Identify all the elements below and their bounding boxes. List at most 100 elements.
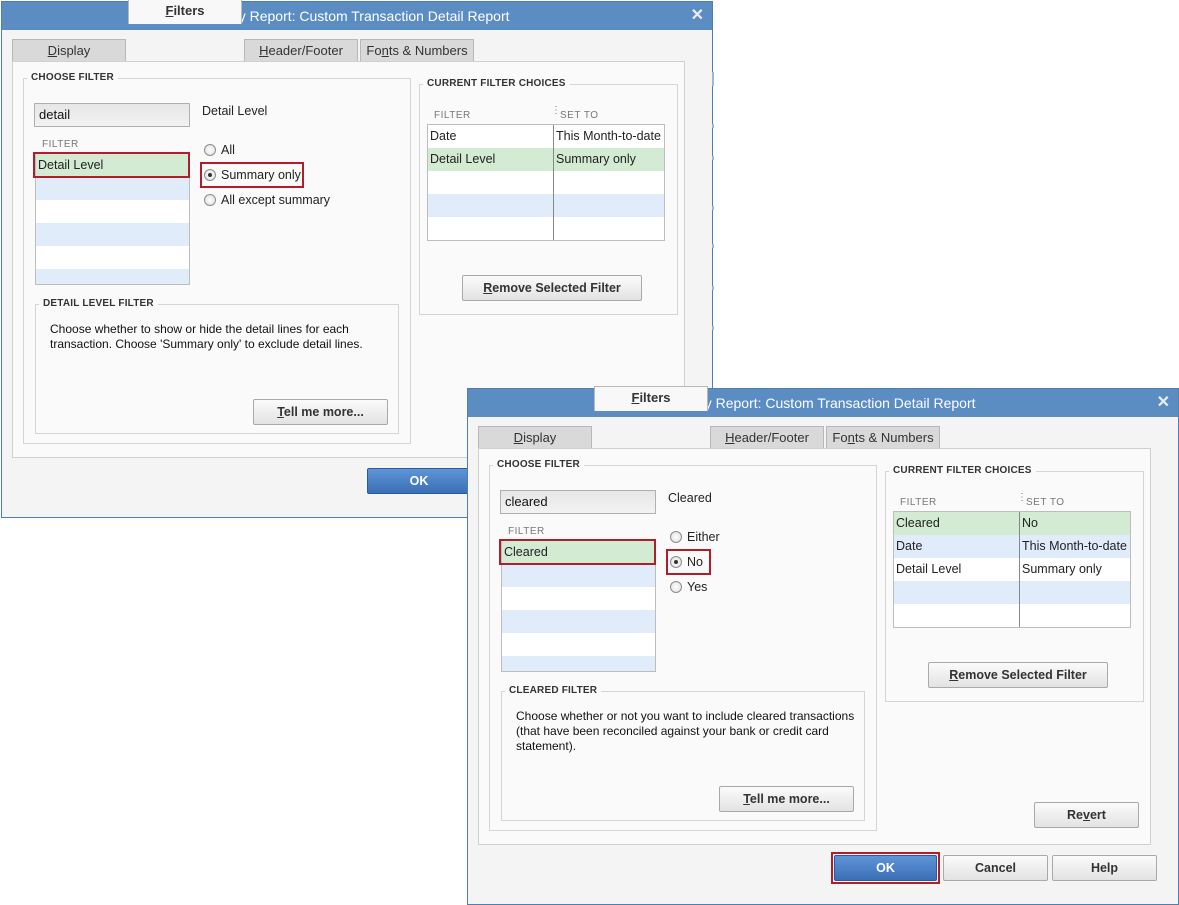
filters-panel: CHOOSE FILTER cleared Cleared FILTER Cle… [478,448,1151,845]
choose-filter-title: CHOOSE FILTER [493,459,584,470]
table-row[interactable]: Cleared No [894,512,1130,535]
cancel-button[interactable]: Cancel [943,855,1048,881]
table-row-empty [894,604,1130,627]
column-divider-dots: ⋮ [551,105,561,116]
tab-fonts-mnemonic: n [381,43,389,58]
table-row[interactable]: Date This Month-to-date [428,125,664,148]
filter-description: Choose whether to show or hide the detai… [50,322,363,351]
table-cell-set-to: This Month-to-date [556,129,661,143]
choose-filter-group: CHOOSE FILTER detail Detail Level FILTER… [23,72,411,444]
current-col-filter-header: FILTER [434,110,471,121]
highlight-box [666,549,711,575]
background-window-edge [712,206,714,210]
option-yes-radio[interactable] [670,581,682,593]
table-row-empty [894,581,1130,604]
current-filter-table[interactable]: Cleared No Date This Month-to-date Detai… [893,511,1131,628]
table-row-empty [428,217,664,240]
table-cell-filter: Detail Level [896,562,962,576]
tab-display-label: isplay [57,43,91,58]
filter-search-input[interactable]: detail [34,103,190,127]
background-window-edge [712,244,714,248]
selected-filter-name: Detail Level [202,104,268,118]
option-all-except-summary-radio[interactable] [204,194,216,206]
close-icon[interactable]: ✕ [1157,389,1170,417]
table-row[interactable]: Detail Level Summary only [894,558,1130,581]
list-row-empty [36,223,189,246]
table-cell-set-to: No [1022,516,1038,530]
tab-filters[interactable]: Filters [594,386,708,411]
remove-selected-filter-button[interactable]: Remove Selected Filter [928,662,1108,688]
tab-display-mnemonic: D [513,430,524,445]
table-cell-set-to: Summary only [1022,562,1102,576]
filter-list-header: FILTER [508,526,545,537]
tab-header-footer[interactable]: Header/Footer [244,39,358,61]
column-divider-dots: ⋮ [1017,492,1027,503]
table-row-empty [428,194,664,217]
background-window-edge [712,326,714,330]
list-row-empty [36,177,189,200]
tab-filters-label: ilters [173,3,205,18]
table-cell-filter: Date [430,129,457,143]
choose-filter-title: CHOOSE FILTER [27,72,118,83]
filter-search-input[interactable]: cleared [500,490,656,514]
dialog-title-bar[interactable]: Modify Report: Custom Transaction Detail… [468,389,1178,417]
background-window-edge [712,286,714,290]
list-row-empty [502,656,655,671]
tab-display-mnemonic: D [47,43,58,58]
table-row[interactable]: Detail Level Summary only [428,148,664,171]
tab-display-label: isplay [523,430,557,445]
table-cell-filter: Cleared [896,516,940,530]
current-filter-choices-group: CURRENT FILTER CHOICES FILTER SET TO ⋮ C… [885,465,1144,702]
option-either-radio[interactable] [670,531,682,543]
close-icon[interactable]: ✕ [691,2,704,30]
tab-fonts-label: ts & Numbers [854,430,934,445]
filter-description: Choose whether or not you want to includ… [516,709,855,753]
tab-display[interactable]: Display [478,426,592,448]
tab-header-label: eader/Footer [734,430,809,445]
table-cell-filter: Detail Level [430,152,496,166]
option-all-radio[interactable] [204,144,216,156]
list-row-empty [36,200,189,223]
option-all-except-summary-label: All except summary [221,193,331,207]
tab-fonts-label: ts & Numbers [388,43,468,58]
tab-filters-label: ilters [639,390,671,405]
tell-me-more-button[interactable]: Tell me more... [253,399,388,425]
list-row-empty [36,246,189,269]
tell-me-more-button[interactable]: Tell me more... [719,786,854,812]
selected-filter-name: Cleared [668,491,712,505]
tab-display[interactable]: Display [12,39,126,61]
ok-button[interactable]: OK [367,468,471,494]
tab-fonts-pre: Fo [366,43,382,58]
tab-header-footer[interactable]: Header/Footer [710,426,824,448]
dialog-title: Modify Report: Custom Transaction Detail… [204,8,510,24]
tab-fonts-numbers[interactable]: Fonts & Numbers [360,39,474,61]
list-row-empty [502,633,655,656]
choose-filter-group: CHOOSE FILTER cleared Cleared FILTER Cle… [489,459,877,831]
current-filter-table[interactable]: Date This Month-to-date Detail Level Sum… [427,124,665,241]
table-column-divider [553,125,554,240]
help-button[interactable]: Help [1052,855,1157,881]
table-cell-set-to: This Month-to-date [1022,539,1127,553]
cleared-filter-title: CLEARED FILTER [505,685,602,696]
table-row[interactable]: Date This Month-to-date [894,535,1130,558]
detail-level-filter-group: DETAIL LEVEL FILTER Choose whether to sh… [35,298,399,434]
tab-filters[interactable]: Filters [128,0,242,24]
current-filter-choices-group: CURRENT FILTER CHOICES FILTER SET TO ⋮ D… [419,78,678,315]
background-window-edge [712,124,714,128]
table-cell-set-to: Summary only [556,152,636,166]
current-filter-choices-title: CURRENT FILTER CHOICES [889,465,1036,476]
tab-fonts-mnemonic: n [847,430,855,445]
tab-fonts-pre: Fo [832,430,848,445]
cleared-filter-group: CLEARED FILTER Choose whether or not you… [501,685,865,821]
revert-button[interactable]: Revert [1034,802,1139,828]
option-yes-label: Yes [687,580,708,594]
background-window-edge [712,156,714,160]
table-column-divider [1019,512,1020,627]
tab-fonts-numbers[interactable]: Fonts & Numbers [826,426,940,448]
list-row-empty [502,564,655,587]
option-either-label: Either [687,530,720,544]
list-row-empty [502,610,655,633]
ok-button[interactable]: OK [834,855,937,881]
remove-selected-filter-button[interactable]: Remove Selected Filter [462,275,642,301]
dialog-title-bar[interactable]: Modify Report: Custom Transaction Detail… [2,2,712,30]
